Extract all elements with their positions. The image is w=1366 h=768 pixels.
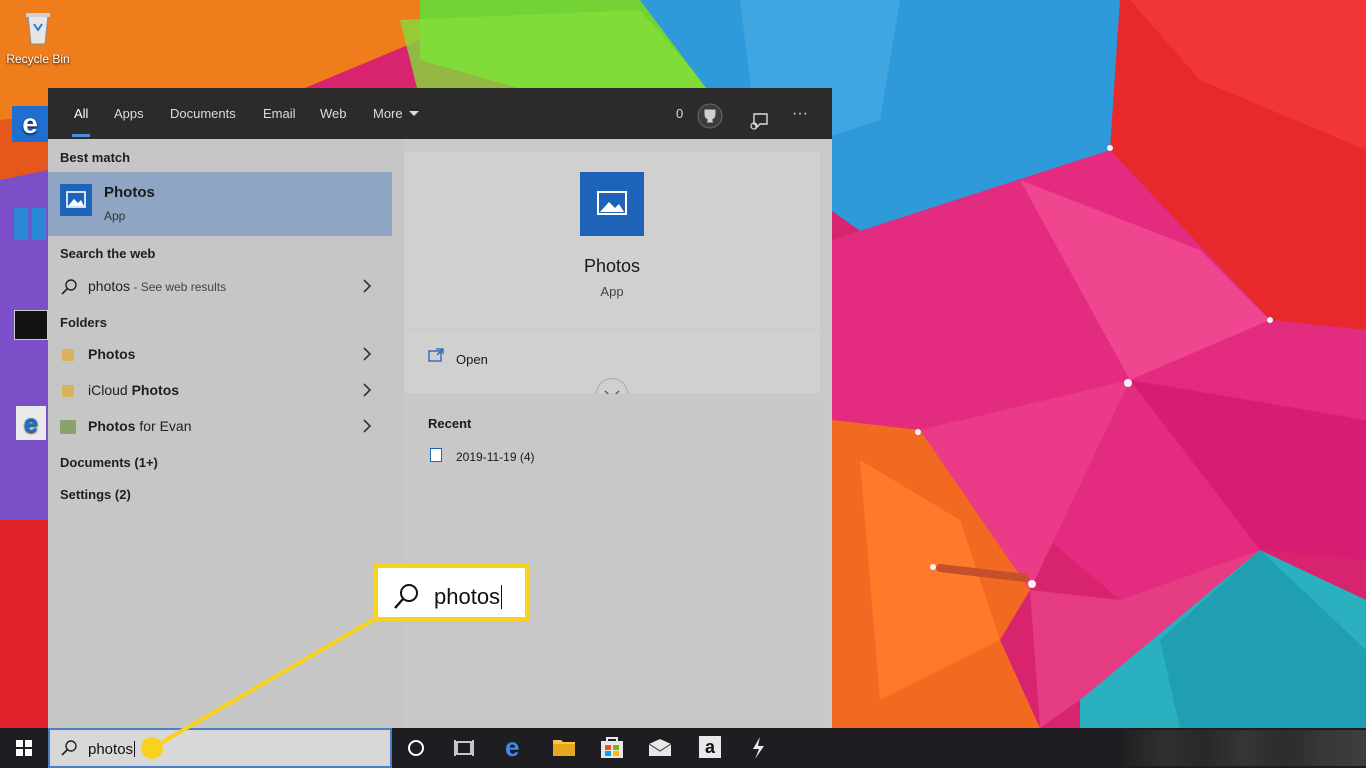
text-caret xyxy=(501,585,503,609)
callout-box: photos xyxy=(374,564,529,621)
callout-text: photos xyxy=(434,584,501,609)
search-icon xyxy=(394,584,418,609)
callout-text-wrap: photos xyxy=(434,584,503,610)
callout-connector xyxy=(141,615,380,759)
